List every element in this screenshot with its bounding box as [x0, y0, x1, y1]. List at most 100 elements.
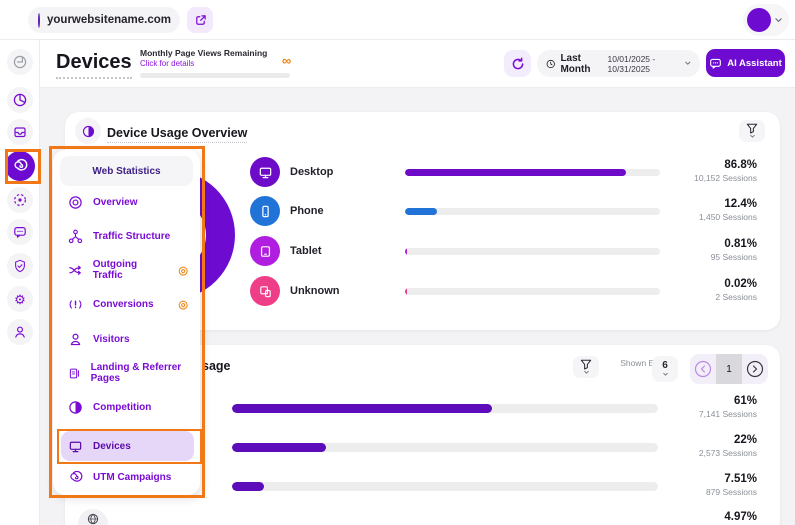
rail-item-feedback[interactable]	[7, 219, 33, 245]
sidebar-item-overview[interactable]: Overview	[61, 187, 194, 217]
usage-bar-fill	[405, 169, 626, 176]
desktop-icon	[250, 157, 280, 187]
usage-bar-fill	[232, 482, 264, 491]
rail-item-dashboard[interactable]	[7, 87, 33, 113]
page-size-value: 6	[662, 360, 668, 371]
sidebar-item-utm-campaigns[interactable]: UTM Campaigns	[61, 462, 194, 492]
rail-item-inbox[interactable]	[7, 119, 33, 145]
usage-sessions: 879 Sessions	[706, 487, 757, 497]
usage-bar-track	[405, 208, 660, 215]
ai-chat-icon	[709, 57, 722, 70]
rail-item-settings[interactable]: ⚙	[7, 286, 33, 312]
devices-icon	[68, 439, 83, 454]
sidebar-item-outgoing-traffic[interactable]: Outgoing Traffic ◎	[61, 255, 194, 285]
usage-bar-fill	[405, 288, 407, 295]
traffic-structure-icon	[68, 229, 83, 244]
usage-pct: 22%	[699, 434, 757, 446]
device-pct: 12.4%	[699, 198, 757, 210]
usage-sessions: 7,141 Sessions	[699, 409, 757, 419]
page-title: Devices	[56, 51, 132, 79]
arrow-right-circle-icon	[746, 360, 764, 378]
funnel-icon	[746, 123, 758, 134]
usage-bar-fill	[232, 404, 492, 413]
browser-icon	[87, 513, 99, 525]
utm-campaigns-icon	[68, 470, 83, 485]
page-header: Devices Monthly Page Views Remaining Cli…	[40, 40, 795, 88]
rail-item-security[interactable]	[7, 253, 33, 279]
sidebar-item-visitors[interactable]: Visitors	[61, 324, 194, 354]
competition-icon	[68, 400, 83, 415]
quota-details-link[interactable]: Click for details	[140, 59, 290, 68]
rail-item-account[interactable]	[7, 319, 33, 345]
usage-row-icon	[78, 509, 108, 525]
filter-button[interactable]	[739, 120, 765, 142]
usage-sessions: 2,573 Sessions	[699, 448, 757, 458]
refresh-button[interactable]	[504, 50, 531, 77]
sidebar-menu: Web Statistics Overview Traffic Structur…	[53, 150, 200, 495]
usage-bar-track	[232, 404, 658, 413]
inbox-icon	[13, 125, 27, 139]
unknown-device-icon	[250, 276, 280, 306]
target-dotted-icon	[13, 193, 27, 207]
pagination: 1	[690, 354, 768, 384]
collapse-sidebar-button[interactable]	[7, 49, 33, 75]
bullseye-badge-icon: ◎	[178, 298, 188, 311]
site-favicon-icon	[38, 13, 40, 28]
pages-icon	[68, 366, 81, 381]
current-page[interactable]: 1	[716, 354, 742, 384]
external-link-icon	[194, 14, 207, 27]
date-range-selector[interactable]: Last Month 10/01/2025 - 10/31/2025	[537, 50, 700, 77]
usage-bar-track	[405, 288, 660, 295]
rail-item-ads[interactable]	[7, 187, 33, 213]
period-label: Last Month	[560, 53, 602, 75]
device-label: Unknown	[290, 285, 340, 297]
device-sessions: 95 Sessions	[711, 252, 757, 262]
overview-icon	[68, 195, 83, 210]
sidebar-item-competition[interactable]: Competition	[61, 392, 194, 422]
site-name: yourwebsitename.com	[47, 14, 171, 26]
gear-icon: ⚙	[14, 293, 26, 306]
device-sessions: 2 Sessions	[715, 292, 757, 302]
sidebar-item-landing-referrer-pages[interactable]: Landing & Referrer Pages	[61, 358, 194, 388]
chat-icon	[13, 225, 27, 239]
device-sessions: 1,450 Sessions	[699, 212, 757, 222]
bullseye-badge-icon: ◎	[178, 264, 188, 277]
site-selector[interactable]: yourwebsitename.com	[28, 7, 180, 33]
page-size-selector[interactable]: 6	[652, 356, 678, 382]
usage-bar-track	[232, 482, 658, 491]
prev-page-button[interactable]	[690, 354, 716, 384]
ai-assistant-label: AI Assistant	[727, 58, 782, 69]
period-range: 10/01/2025 - 10/31/2025	[607, 54, 680, 74]
usage-pct: 61%	[699, 395, 757, 407]
menu-header: Web Statistics	[60, 156, 193, 186]
card-header-icon	[75, 118, 101, 144]
device-label: Tablet	[290, 245, 322, 257]
next-page-button[interactable]	[742, 354, 768, 384]
sidebar-item-devices[interactable]: Devices	[61, 431, 194, 461]
sidebar-item-traffic-structure[interactable]: Traffic Structure	[61, 221, 194, 251]
web-statistics-swirl-icon	[12, 158, 28, 174]
avatar	[747, 8, 771, 32]
card-title: Device Usage Overview	[107, 126, 247, 143]
chevron-down-icon	[663, 372, 668, 377]
user-menu[interactable]	[743, 4, 789, 36]
icon-rail: ⚙	[0, 40, 40, 525]
rail-item-web-statistics[interactable]	[5, 151, 35, 181]
ai-assistant-button[interactable]: AI Assistant	[706, 49, 785, 77]
top-bar: yourwebsitename.com	[0, 0, 795, 40]
usage-bar-track	[405, 248, 660, 255]
usage-bar-fill	[405, 208, 437, 215]
card-title-partial: sage	[202, 359, 231, 373]
funnel-icon	[580, 359, 592, 370]
refresh-icon	[511, 57, 525, 71]
sidebar-item-conversions[interactable]: Conversions ◎	[61, 289, 194, 319]
open-site-button[interactable]	[187, 7, 213, 33]
usage-pct: 7.51%	[706, 473, 757, 485]
outgoing-traffic-icon	[68, 263, 83, 278]
device-pct: 86.8%	[694, 159, 757, 171]
usage-bar-track	[232, 443, 658, 452]
device-pct: 0.02%	[715, 278, 757, 290]
chevron-down-icon	[584, 370, 589, 375]
quota-label: Monthly Page Views Remaining	[140, 48, 290, 58]
usage-bar-fill	[232, 443, 326, 452]
